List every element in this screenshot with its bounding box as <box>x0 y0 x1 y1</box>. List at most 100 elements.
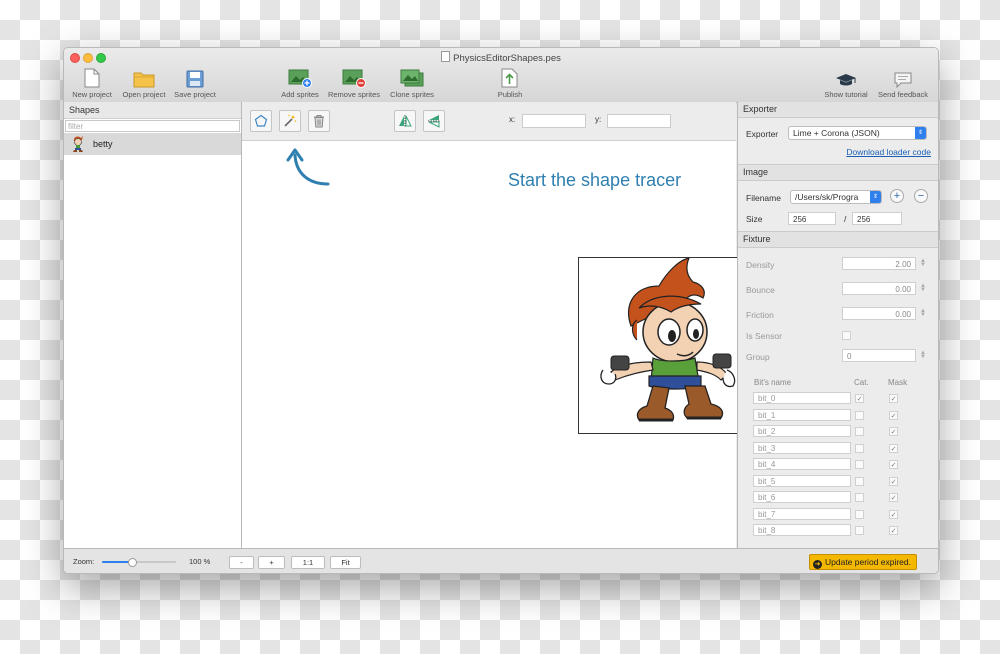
publish-label: Publish <box>497 90 523 99</box>
friction-field[interactable]: 0.00 <box>842 307 916 320</box>
send-feedback-button[interactable]: Send feedback <box>874 66 932 99</box>
bit-category-checkbox[interactable] <box>855 460 864 469</box>
group-stepper-icon[interactable]: ▲ ▼ <box>920 350 926 360</box>
add-image-file-button[interactable]: + <box>890 189 904 203</box>
bit-category-checkbox[interactable]: ✓ <box>855 394 864 403</box>
bit-name-field[interactable]: bit_7 <box>753 507 851 520</box>
bit-mask-checkbox[interactable]: ✓ <box>889 460 898 469</box>
remove-image-file-button[interactable]: − <box>914 189 928 203</box>
save-project-button[interactable]: Save project <box>171 66 219 99</box>
bit-category-checkbox[interactable] <box>855 427 864 436</box>
editor-area: x: y: Start the shape tracer <box>242 102 755 548</box>
bounce-row: Bounce 0.00 ▲ ▼ <box>738 273 938 298</box>
bit-mask-checkbox[interactable]: ✓ <box>889 443 898 453</box>
is-sensor-label: Is Sensor <box>746 331 782 341</box>
bit-row: bit_4 ✓ <box>738 458 938 472</box>
zoom-value: 100 % <box>189 557 211 566</box>
density-stepper-icon[interactable]: ▲ ▼ <box>920 258 926 268</box>
clone-sprites-button[interactable]: Clone sprites <box>386 66 438 99</box>
bit-name-field[interactable]: bit_2 <box>753 425 851 437</box>
bit-category-checkbox[interactable] <box>855 443 864 453</box>
add-image-icon <box>288 69 312 88</box>
bits-mask-header: Mask <box>888 378 908 387</box>
bits-cat-header: Cat. <box>854 378 869 387</box>
bit-row: bit_8 ✓ <box>738 524 938 538</box>
delete-shape-button[interactable] <box>308 110 330 132</box>
fixture-section-title: Fixture <box>738 231 938 248</box>
is-sensor-row: Is Sensor <box>738 323 938 344</box>
filename-row: Filename /Users/sk/Progra ⇕ + − <box>738 181 938 207</box>
remove-sprites-button[interactable]: Remove sprites <box>325 66 383 99</box>
bit-mask-checkbox[interactable]: ✓ <box>889 394 898 403</box>
bit-category-checkbox[interactable] <box>855 526 864 535</box>
window-title-text: PhysicsEditorShapes.pes <box>453 53 561 64</box>
open-project-button[interactable]: Open project <box>119 66 169 99</box>
show-tutorial-label: Show tutorial <box>824 90 868 99</box>
bounce-stepper-icon[interactable]: ▲ ▼ <box>920 283 926 293</box>
size-label: Size <box>746 214 763 224</box>
group-field[interactable]: 0 <box>842 349 916 362</box>
show-tutorial-button[interactable]: Show tutorial <box>821 66 871 99</box>
shape-list-item[interactable]: betty <box>64 133 241 155</box>
bit-mask-checkbox[interactable]: ✓ <box>889 410 898 420</box>
sprite-thumbnail-icon <box>73 136 83 152</box>
friction-label: Friction <box>746 310 774 320</box>
bit-name-field[interactable]: bit_8 <box>753 524 851 536</box>
friction-row: Friction 0.00 ▲ ▼ <box>738 298 938 323</box>
bit-mask-checkbox[interactable]: ✓ <box>889 427 898 436</box>
zoom-actual-size-button[interactable]: 1:1 <box>291 556 325 569</box>
zoom-slider[interactable] <box>102 558 176 567</box>
bounce-field[interactable]: 0.00 <box>842 282 916 295</box>
zoom-in-button[interactable]: + <box>258 556 285 569</box>
is-sensor-checkbox[interactable] <box>842 331 851 340</box>
inspector-panel: Exporter Exporter Lime + Corona (JSON) ⇕… <box>737 102 938 548</box>
save-project-label: Save project <box>174 90 216 99</box>
bit-name-field[interactable]: bit_3 <box>753 441 851 454</box>
filter-input[interactable]: filter <box>65 120 240 132</box>
update-expired-badge[interactable]: ➜ Update period expired. <box>809 554 918 570</box>
polygon-tool-button[interactable] <box>250 110 272 132</box>
bit-mask-checkbox[interactable]: ✓ <box>889 526 898 535</box>
document-icon <box>441 51 451 62</box>
bit-row: bit_2 ✓ <box>738 425 938 439</box>
exporter-row: Exporter Lime + Corona (JSON) ⇕ <box>738 118 938 142</box>
bit-category-checkbox[interactable] <box>855 509 864 519</box>
zoom-fit-button[interactable]: Fit <box>330 556 361 569</box>
download-row: Download loader code <box>738 142 938 164</box>
bit-mask-checkbox[interactable]: ✓ <box>889 476 898 486</box>
bit-category-checkbox[interactable] <box>855 493 864 502</box>
density-field[interactable]: 2.00 <box>842 257 916 270</box>
bit-name-field[interactable]: bit_0 <box>753 392 851 404</box>
bits-table: Bit's name Cat. Mask bit_0 ✓ ✓ bit_1 ✓ bit_2 ✓… <box>738 366 938 536</box>
bit-name-field[interactable]: bit_6 <box>753 491 851 503</box>
bit-category-checkbox[interactable] <box>855 410 864 420</box>
new-project-label: New project <box>72 90 112 99</box>
download-loader-link[interactable]: Download loader code <box>846 147 931 157</box>
flip-vertical-button[interactable] <box>423 110 445 132</box>
polygon-icon <box>254 114 268 127</box>
zoom-slider-handle[interactable] <box>127 558 137 567</box>
bounce-label: Bounce <box>746 285 775 295</box>
filename-select[interactable]: /Users/sk/Progra ⇕ <box>790 190 882 204</box>
publish-button[interactable]: Publish <box>492 66 528 99</box>
add-sprites-button[interactable]: Add sprites <box>278 66 322 99</box>
bit-name-field[interactable]: bit_4 <box>753 458 851 470</box>
bit-mask-checkbox[interactable]: ✓ <box>889 509 898 519</box>
sprite-canvas[interactable] <box>578 257 755 434</box>
shape-tracer-button[interactable] <box>279 110 301 132</box>
new-project-button[interactable]: New project <box>69 66 115 99</box>
exporter-section-title: Exporter <box>738 102 938 118</box>
zoom-out-button[interactable]: - <box>229 556 254 569</box>
image-section-title: Image <box>738 164 938 181</box>
x-coordinate-input[interactable] <box>522 114 586 128</box>
y-coordinate-input[interactable] <box>607 114 671 128</box>
bit-row: bit_7 ✓ <box>738 507 938 522</box>
bit-mask-checkbox[interactable]: ✓ <box>889 493 898 502</box>
add-sprites-label: Add sprites <box>281 90 319 99</box>
bit-name-field[interactable]: bit_1 <box>753 408 851 421</box>
bit-category-checkbox[interactable] <box>855 476 864 486</box>
exporter-select[interactable]: Lime + Corona (JSON) ⇕ <box>788 126 927 140</box>
bit-name-field[interactable]: bit_5 <box>753 474 851 487</box>
flip-horizontal-button[interactable] <box>394 110 416 132</box>
friction-stepper-icon[interactable]: ▲ ▼ <box>920 308 926 318</box>
